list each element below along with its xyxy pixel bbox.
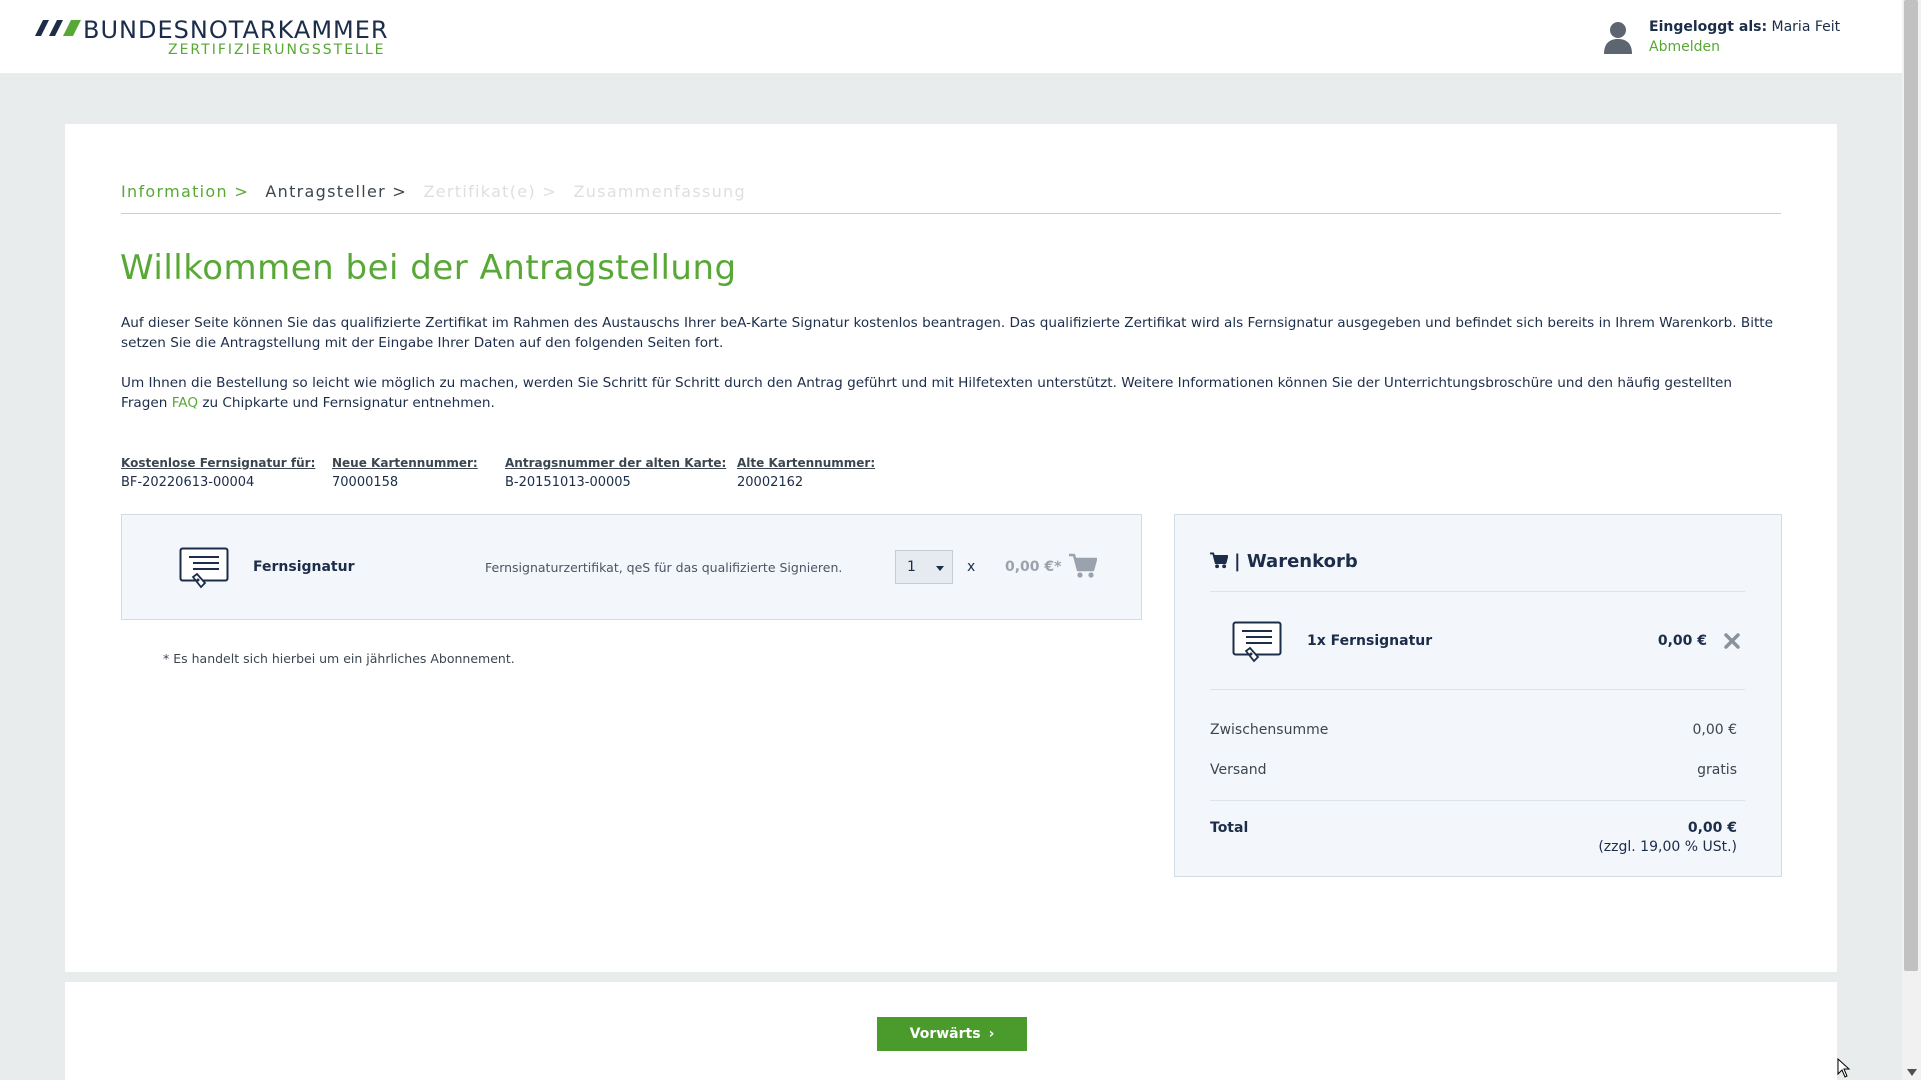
breadcrumb-step-information[interactable]: Information > <box>121 182 249 201</box>
breadcrumb-step-zusammenfassung: Zusammenfassung <box>573 182 746 201</box>
product-price: 0,00 €* <box>1005 559 1062 575</box>
product-row: Fernsignatur Fernsignaturzertifikat, qeS… <box>121 514 1142 620</box>
chevron-down-icon <box>936 566 944 571</box>
subscription-footnote: * Es handelt sich hierbei um ein jährlic… <box>163 651 515 666</box>
basket-panel: | Warenkorb 1x Fernsignatur 0,00 € Zwisc… <box>1174 514 1782 877</box>
remove-item-icon[interactable] <box>1724 633 1740 649</box>
scrollbar-thumb[interactable] <box>1904 0 1918 971</box>
breadcrumb-step-zertifikate: Zertifikat(e) > <box>423 182 558 201</box>
logo-stripes-icon <box>35 20 81 36</box>
tax-note: (zzgl. 19,00 % USt.) <box>1598 839 1737 855</box>
breadcrumb: Information > Antragsteller > Zertifikat… <box>121 182 756 201</box>
user-avatar-icon <box>1604 22 1632 54</box>
info-new-card-number: Neue Kartennummer: 70000158 <box>332 456 478 490</box>
subtotal-label: Zwischensumme <box>1210 722 1329 738</box>
shipping-label: Versand <box>1210 762 1267 778</box>
certificate-icon <box>179 547 229 589</box>
cart-icon <box>1210 552 1229 569</box>
chevron-right-icon: › <box>988 1026 995 1042</box>
add-to-cart-icon[interactable] <box>1069 553 1097 579</box>
main-card: Information > Antragsteller > Zertifikat… <box>65 124 1837 972</box>
info-old-application-number: Antragsnummer der alten Karte: B-2015101… <box>505 456 727 490</box>
subtotal-value: 0,00 € <box>1692 722 1737 738</box>
breadcrumb-divider <box>121 213 1781 214</box>
product-description: Fernsignaturzertifikat, qeS für das qual… <box>485 560 843 575</box>
user-name: Maria Feit <box>1771 19 1841 35</box>
faq-link[interactable]: FAQ <box>172 395 198 411</box>
info-free-signature: Kostenlose Fernsignatur für: BF-20220613… <box>121 456 316 490</box>
page-scrollbar[interactable] <box>1902 0 1921 1080</box>
info-old-card-number: Alte Kartennummer: 20002162 <box>737 456 876 490</box>
basket-divider <box>1210 800 1745 801</box>
product-name: Fernsignatur <box>253 559 355 575</box>
breadcrumb-step-antragsteller[interactable]: Antragsteller > <box>265 182 407 201</box>
total-label: Total <box>1210 820 1249 836</box>
basket-item-price: 0,00 € <box>1657 633 1707 649</box>
intro-paragraph-1: Auf dieser Seite können Sie das qualifiz… <box>121 315 1774 351</box>
top-header: BUNDESNOTARKAMMER ZERTIFIZIERUNGSSTELLE … <box>0 0 1902 73</box>
user-box: Eingeloggt als: Maria Feit Abmelden <box>1603 16 1863 60</box>
logo-subtitle: ZERTIFIZIERUNGSSTELLE <box>168 42 386 58</box>
basket-title: | Warenkorb <box>1210 551 1358 572</box>
page-title: Willkommen bei der Antragstellung <box>120 248 737 288</box>
forward-button[interactable]: Vorwärts › <box>877 1017 1027 1051</box>
quantity-select[interactable]: 1 <box>895 550 953 584</box>
logged-in-label: Eingeloggt als: <box>1649 19 1768 35</box>
scroll-down-arrow-icon[interactable] <box>1907 1069 1917 1076</box>
total-value: 0,00 € <box>1687 820 1737 836</box>
mouse-cursor-icon <box>1837 1058 1851 1078</box>
logo-title: BUNDESNOTARKAMMER <box>83 16 389 44</box>
intro-paragraph-2: Um Ihnen die Bestellung so leicht wie mö… <box>121 375 1733 411</box>
quantity-times: x <box>967 559 976 575</box>
basket-divider <box>1210 689 1745 690</box>
certificate-icon <box>1232 621 1282 663</box>
shipping-value: gratis <box>1697 762 1737 778</box>
basket-item-name: 1x Fernsignatur <box>1307 633 1433 649</box>
basket-divider <box>1210 591 1745 592</box>
logout-link[interactable]: Abmelden <box>1649 37 1840 57</box>
